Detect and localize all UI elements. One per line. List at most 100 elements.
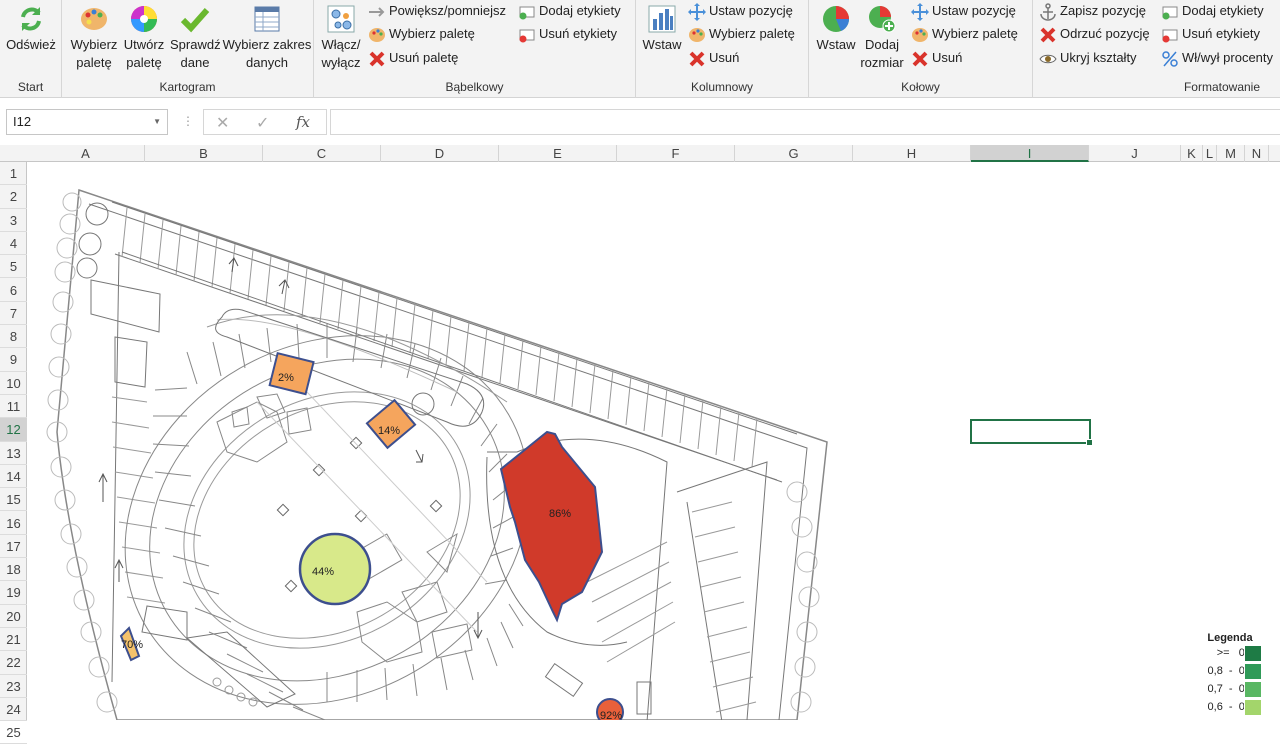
set-position-button[interactable]: Ustaw pozycję [911, 0, 1016, 22]
column-header[interactable]: I [971, 145, 1089, 162]
row-header[interactable]: 1 [0, 162, 27, 186]
column-header[interactable]: D [381, 145, 499, 162]
legend-item: >= 0,9 [1182, 644, 1278, 662]
check-data-button[interactable]: Sprawdź dane [168, 4, 222, 72]
remove-button[interactable]: Usuń [911, 47, 962, 69]
choose-palette-button[interactable]: Wybierz paletę [66, 4, 122, 72]
legend-swatch [1244, 699, 1262, 716]
row-header[interactable]: 5 [0, 255, 27, 279]
row-header[interactable]: 9 [0, 348, 27, 372]
column-header[interactable]: F [617, 145, 735, 162]
group-label: Kolumnowy [690, 80, 754, 94]
add-label-icon [1162, 6, 1178, 20]
remove-palette-button[interactable]: Usuń paletę [368, 47, 458, 69]
row-header[interactable]: 2 [0, 185, 27, 209]
toggle-bubbles-button[interactable]: Włącz/ wyłącz [316, 4, 366, 72]
group-label: Formatowanie [1183, 80, 1260, 94]
row-header[interactable]: 6 [0, 279, 27, 302]
region-p3[interactable] [499, 430, 604, 623]
row-header[interactable]: 20 [0, 605, 27, 628]
column-header[interactable]: N [1245, 145, 1269, 162]
region-p5-label: 70% [121, 639, 143, 651]
row-header[interactable]: 8 [0, 325, 27, 349]
column-header[interactable]: L [1203, 145, 1217, 162]
active-cell[interactable] [970, 419, 1093, 446]
group-kolumnowy: Wstaw Ustaw pozycję Wybierz paletę Usuń … [636, 0, 809, 98]
add-labels-button[interactable]: Dodaj etykiety [518, 0, 621, 22]
column-header[interactable]: K [1181, 145, 1203, 162]
remove-labels-button[interactable]: Usuń etykiety [1161, 23, 1260, 45]
row-header[interactable]: 13 [0, 442, 27, 465]
column-headers: ABCDEFGHIJKLMN [0, 145, 1280, 162]
row-header[interactable]: 23 [0, 675, 27, 698]
row-header[interactable]: 25 [0, 721, 27, 744]
drag-handle-icon[interactable]: ⋮ [182, 114, 194, 128]
region-p4-label: 44% [312, 566, 334, 578]
add-size-button[interactable]: Dodaj rozmiar [857, 4, 907, 72]
row-header[interactable]: 14 [0, 465, 27, 489]
checkmark-icon [180, 8, 210, 33]
plan-outlines [46, 188, 828, 720]
ribbon: Odśwież Start Wybierz paletę Utwórz pale… [0, 0, 1280, 98]
discard-position-button[interactable]: Odrzuć pozycję [1039, 23, 1150, 45]
group-kartogram: Wybierz paletę Utwórz paletę Sprawdź dan… [62, 0, 314, 98]
map-regions: 2% 14% 86% 44% 70% 92% [119, 351, 624, 720]
column-header[interactable]: C [263, 145, 381, 162]
row-header[interactable]: 19 [0, 581, 27, 605]
add-labels-button[interactable]: Dodaj etykiety [1161, 0, 1264, 22]
palette-icon [689, 27, 705, 42]
legend: Legenda >= 0,9 0,8 - 0,9 0,7 - 0,8 0,6 -… [1182, 632, 1278, 716]
zoom-button[interactable]: Powiększ/pomniejsz [368, 0, 506, 22]
insert-column-chart-button[interactable]: Wstaw [638, 4, 686, 54]
name-box[interactable]: I12 ▼ [6, 109, 168, 135]
cancel-icon[interactable]: ✕ [216, 113, 229, 133]
function-icon[interactable]: fx [296, 113, 310, 131]
zoom-arrow-icon [369, 6, 385, 17]
set-position-button[interactable]: Ustaw pozycję [688, 0, 793, 22]
formula-input[interactable] [330, 109, 1280, 135]
row-header[interactable]: 18 [0, 558, 27, 582]
row-header[interactable]: 10 [0, 372, 27, 395]
column-header[interactable]: A [27, 145, 145, 162]
confirm-icon[interactable]: ✓ [256, 113, 269, 133]
row-header[interactable]: 3 [0, 209, 27, 232]
row-header[interactable]: 4 [0, 232, 27, 256]
row-header[interactable]: 17 [0, 535, 27, 559]
column-header[interactable]: J [1089, 145, 1181, 162]
delete-x-icon [369, 51, 385, 66]
column-header[interactable]: B [145, 145, 263, 162]
palette-icon [81, 8, 107, 30]
toggle-percent-button[interactable]: Wł/wył procenty [1161, 47, 1273, 69]
column-header[interactable]: H [853, 145, 971, 162]
row-header[interactable]: 15 [0, 488, 27, 512]
row-header[interactable]: 7 [0, 302, 27, 326]
choose-palette-button[interactable]: Wybierz paletę [688, 23, 795, 45]
save-position-button[interactable]: Zapisz pozycję [1039, 0, 1146, 22]
column-header[interactable]: G [735, 145, 853, 162]
hide-shapes-button[interactable]: Ukryj kształty [1039, 47, 1137, 69]
move-icon [911, 2, 929, 21]
row-header[interactable]: 21 [0, 628, 27, 652]
remove-labels-button[interactable]: Usuń etykiety [518, 23, 617, 45]
insert-pie-chart-button[interactable]: Wstaw [811, 4, 861, 54]
row-header[interactable]: 16 [0, 512, 27, 535]
palette-icon [912, 27, 928, 42]
remove-label-icon [519, 29, 535, 43]
pie-add-icon [869, 6, 896, 33]
region-p4[interactable] [298, 532, 372, 606]
chevron-down-icon[interactable]: ▼ [153, 110, 161, 134]
choose-palette-button[interactable]: Wybierz paletę [911, 23, 1018, 45]
column-header[interactable]: E [499, 145, 617, 162]
row-header[interactable]: 24 [0, 698, 27, 722]
remove-button[interactable]: Usuń [688, 47, 739, 69]
delete-x-icon [689, 51, 705, 66]
column-header[interactable]: M [1217, 145, 1245, 162]
row-header[interactable]: 12 [0, 418, 27, 442]
row-header[interactable]: 22 [0, 651, 27, 675]
create-palette-button[interactable]: Utwórz paletę [120, 4, 168, 72]
choose-range-button[interactable]: Wybierz zakres danych [222, 4, 312, 72]
refresh-button[interactable]: Odśwież [2, 4, 60, 54]
legend-item: 0,6 - 0,7 [1182, 698, 1278, 716]
row-header[interactable]: 11 [0, 395, 27, 419]
choose-palette-button[interactable]: Wybierz paletę [368, 23, 475, 45]
